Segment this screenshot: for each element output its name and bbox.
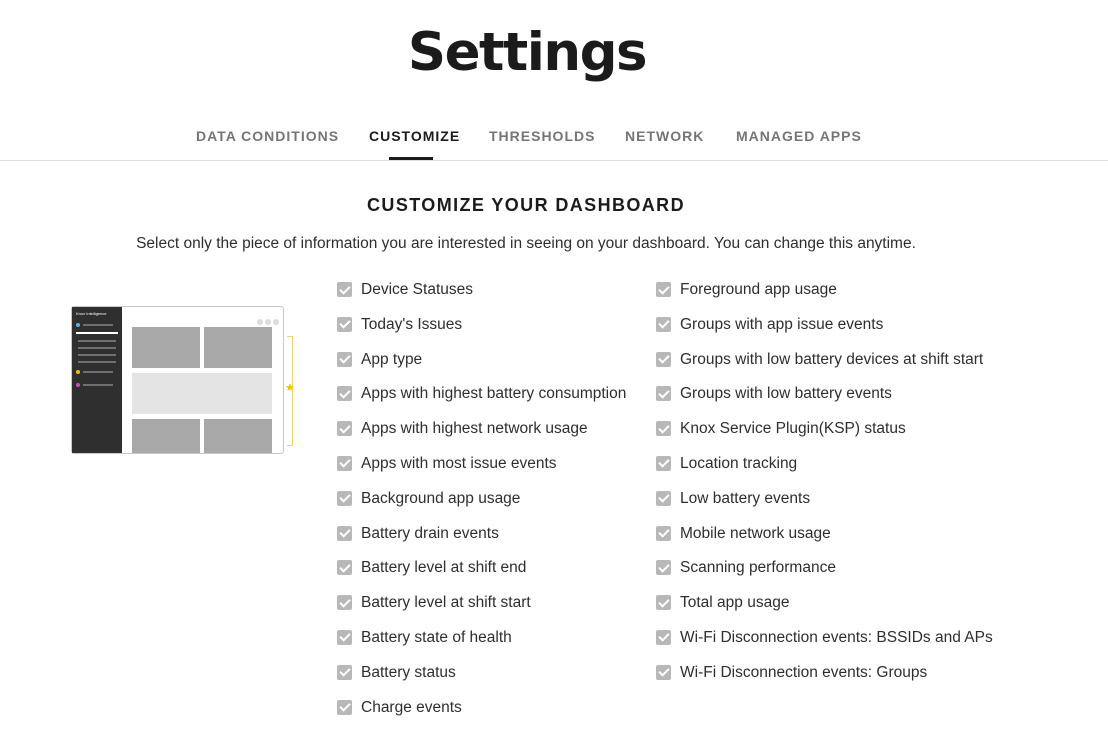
checkbox-checked-icon[interactable] — [656, 629, 671, 645]
checkbox-checked-icon[interactable] — [337, 699, 352, 715]
checkbox-checked-icon[interactable] — [337, 316, 352, 332]
option-battery-status[interactable]: Battery status — [337, 664, 626, 699]
dashboard-illustration: Knox Intelligence ★ — [71, 306, 299, 456]
sidebar-line — [78, 340, 116, 342]
option-battery-state-of-health[interactable]: Battery state of health — [337, 629, 626, 664]
option-low-battery-events[interactable]: Low battery events — [656, 490, 993, 525]
checkbox-checked-icon[interactable] — [656, 664, 671, 680]
option-apps-most-issues[interactable]: Apps with most issue events — [337, 455, 626, 490]
tab-network[interactable]: NETWORK — [625, 128, 704, 144]
checkbox-checked-icon[interactable] — [337, 629, 352, 645]
option-app-type[interactable]: App type — [337, 351, 626, 386]
checkbox-checked-icon[interactable] — [656, 525, 671, 541]
options-column-1: Device Statuses Today's Issues App type … — [337, 281, 626, 733]
preview-widget-highlight — [132, 373, 272, 414]
checkbox-checked-icon[interactable] — [337, 490, 352, 506]
options-column-2: Foreground app usage Groups with app iss… — [656, 281, 993, 699]
tab-data-conditions[interactable]: DATA CONDITIONS — [196, 128, 339, 144]
sidebar-line — [83, 371, 113, 373]
checkbox-checked-icon[interactable] — [337, 560, 352, 576]
checkbox-checked-icon[interactable] — [337, 282, 352, 297]
preview-widget — [132, 327, 200, 368]
sidebar-dot-blue — [76, 323, 80, 327]
preview-widget — [204, 419, 272, 453]
option-location-tracking[interactable]: Location tracking — [656, 455, 993, 490]
option-battery-level-shift-end[interactable]: Battery level at shift end — [337, 559, 626, 594]
tab-thresholds[interactable]: THRESHOLDS — [489, 128, 595, 144]
checkbox-checked-icon[interactable] — [656, 316, 671, 332]
dashboard-preview-frame: Knox Intelligence — [71, 306, 284, 454]
checkbox-checked-icon[interactable] — [337, 455, 352, 471]
checkbox-checked-icon[interactable] — [656, 560, 671, 576]
sidebar-line — [78, 361, 116, 363]
option-apps-highest-network[interactable]: Apps with highest network usage — [337, 420, 626, 455]
option-foreground-app-usage[interactable]: Foreground app usage — [656, 281, 993, 316]
sidebar-dot-purple — [76, 383, 80, 387]
option-apps-highest-battery[interactable]: Apps with highest battery consumption — [337, 385, 626, 420]
illustration-title: Knox Intelligence — [76, 311, 107, 316]
checkbox-checked-icon[interactable] — [656, 386, 671, 402]
option-total-app-usage[interactable]: Total app usage — [656, 594, 993, 629]
checkbox-checked-icon[interactable] — [337, 595, 352, 611]
option-battery-drain-events[interactable]: Battery drain events — [337, 525, 626, 560]
checkbox-checked-icon[interactable] — [656, 421, 671, 437]
checkbox-checked-icon[interactable] — [337, 421, 352, 437]
option-groups-low-battery-events[interactable]: Groups with low battery events — [656, 385, 993, 420]
sidebar-dot-yellow — [76, 370, 80, 374]
section-heading: CUSTOMIZE YOUR DASHBOARD — [367, 195, 685, 215]
tab-managed-apps[interactable]: MANAGED APPS — [736, 128, 862, 144]
option-background-app-usage[interactable]: Background app usage — [337, 490, 626, 525]
sidebar-line — [78, 354, 116, 356]
sidebar-line — [78, 347, 116, 349]
option-groups-app-issue-events[interactable]: Groups with app issue events — [656, 316, 993, 351]
active-tab-indicator — [389, 157, 433, 160]
checkbox-checked-icon[interactable] — [337, 351, 352, 367]
option-groups-low-battery-shift-start[interactable]: Groups with low battery devices at shift… — [656, 351, 993, 386]
option-todays-issues[interactable]: Today's Issues — [337, 316, 626, 351]
dashboard-preview-sidebar: Knox Intelligence — [72, 307, 122, 453]
checkbox-checked-icon[interactable] — [337, 386, 352, 402]
preview-widget — [132, 419, 200, 453]
option-wifi-disconnection-bssids[interactable]: Wi-Fi Disconnection events: BSSIDs and A… — [656, 629, 993, 664]
checkbox-checked-icon[interactable] — [656, 595, 671, 611]
option-battery-level-shift-start[interactable]: Battery level at shift start — [337, 594, 626, 629]
settings-tabs: DATA CONDITIONS CUSTOMIZE THRESHOLDS NET… — [0, 112, 1108, 161]
checkbox-checked-icon[interactable] — [656, 282, 671, 297]
sidebar-line-active — [76, 332, 118, 334]
checkbox-checked-icon[interactable] — [656, 455, 671, 471]
checkbox-checked-icon[interactable] — [656, 490, 671, 506]
option-ksp-status[interactable]: Knox Service Plugin(KSP) status — [656, 420, 993, 455]
sidebar-line — [83, 324, 113, 326]
checkbox-checked-icon[interactable] — [656, 351, 671, 367]
section-description: Select only the piece of information you… — [136, 235, 916, 252]
option-charge-events[interactable]: Charge events — [337, 699, 626, 734]
option-wifi-disconnection-groups[interactable]: Wi-Fi Disconnection events: Groups — [656, 664, 993, 699]
preview-widget — [204, 327, 272, 368]
star-icon: ★ — [285, 381, 295, 394]
option-mobile-network-usage[interactable]: Mobile network usage — [656, 525, 993, 560]
option-device-statuses[interactable]: Device Statuses — [337, 281, 626, 316]
checkbox-checked-icon[interactable] — [337, 525, 352, 541]
checkbox-checked-icon[interactable] — [337, 664, 352, 680]
page-title: Settings — [407, 22, 648, 83]
sidebar-line — [83, 384, 113, 386]
option-scanning-performance[interactable]: Scanning performance — [656, 559, 993, 594]
tab-customize[interactable]: CUSTOMIZE — [369, 128, 460, 144]
